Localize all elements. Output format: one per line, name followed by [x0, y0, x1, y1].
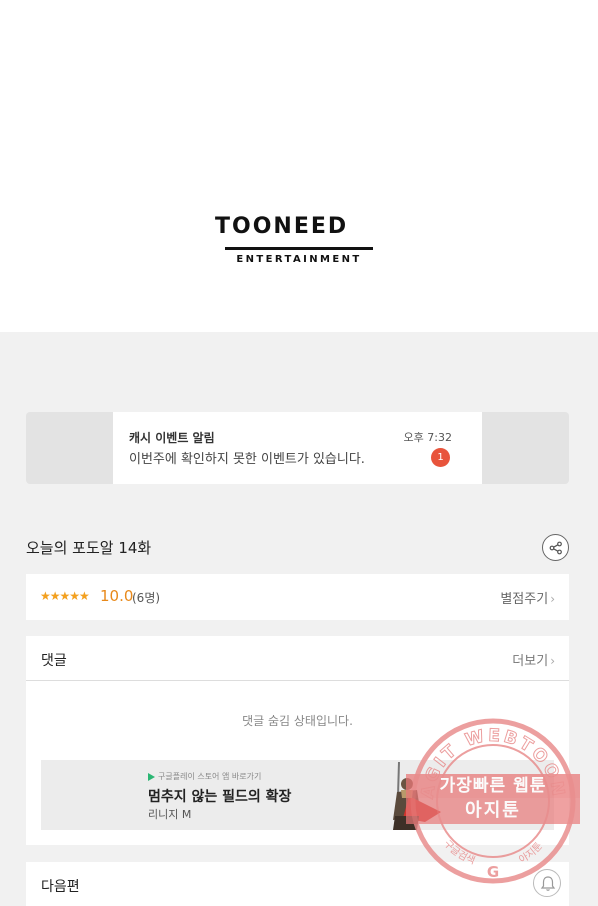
logo-subtitle: ENTERTAINMENT — [236, 254, 362, 265]
share-icon — [549, 541, 562, 555]
logo-divider — [225, 247, 373, 250]
share-button[interactable] — [542, 534, 569, 561]
rating-stars: ★★★★★ — [40, 589, 90, 603]
notification-bell-button[interactable] — [533, 869, 561, 897]
watermark-line-2: 아지툰 — [406, 798, 580, 824]
comments-title: 댓글 — [41, 653, 67, 669]
chevron-right-icon: › — [550, 592, 555, 606]
watermark-line-1: 가장빠른 웹툰 — [406, 774, 580, 798]
notification-title: 캐시 이벤트 알림 — [129, 431, 215, 445]
tooneed-logo: TOONEED ENTERTAINMENT — [215, 214, 383, 266]
ad-headline: 멈추지 않는 필드의 확장 — [148, 789, 292, 805]
agit-webtoon-watermark: AGIT WEBTOON 구글검색 아지툰 G 가장빠른 웹툰 아지툰 — [406, 716, 580, 886]
ad-subtitle: 리니지 M — [148, 808, 192, 821]
rate-button[interactable]: 별점주기 › — [500, 588, 555, 607]
notification-message: 이번주에 확인하지 못한 이벤트가 있습니다. — [129, 452, 365, 467]
comments-more-label: 더보기 — [512, 654, 549, 669]
next-episode-title: 다음편 — [41, 879, 80, 895]
rating-count: (6명) — [132, 591, 161, 605]
comments-more-button[interactable]: 더보기 › — [512, 650, 555, 669]
bell-icon — [540, 876, 556, 891]
ad-store-label: 구글플레이 스토어 앱 바로가기 — [158, 772, 262, 781]
rating-score: 10.0 — [100, 587, 134, 605]
ad-store-link[interactable]: 구글플레이 스토어 앱 바로가기 — [148, 771, 261, 782]
header-area — [0, 0, 598, 332]
rate-button-label: 별점주기 — [500, 592, 549, 607]
comments-header: 댓글 더보기 › — [26, 636, 569, 681]
chevron-right-icon: › — [550, 654, 555, 668]
notification-badge: 1 — [431, 448, 450, 467]
episode-title: 오늘의 포도알 14화 — [26, 539, 152, 557]
rating-section: ★★★★★ 10.0 (6명) 별점주기 › — [26, 574, 569, 620]
notification-time: 오후 7:32 — [403, 431, 452, 444]
google-play-icon — [148, 772, 155, 781]
cash-event-banner[interactable]: 캐시 이벤트 알림 오후 7:32 이번주에 확인하지 못한 이벤트가 있습니다… — [26, 412, 569, 484]
notification-card[interactable]: 캐시 이벤트 알림 오후 7:32 이번주에 확인하지 못한 이벤트가 있습니다… — [113, 412, 482, 484]
svg-text:G: G — [487, 863, 499, 881]
logo-title: TOONEED — [215, 214, 349, 239]
